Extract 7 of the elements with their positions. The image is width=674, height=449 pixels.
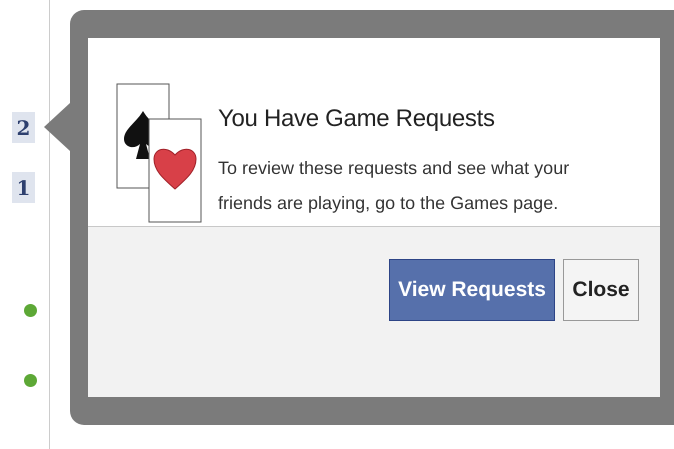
count-badge[interactable]: 1 (12, 172, 35, 203)
dialog-message: To review these requests and see what your friends are playing, go to the Games page. (218, 157, 570, 215)
count-badge[interactable]: 2 (12, 112, 35, 143)
view-requests-button[interactable]: View Requests (389, 259, 555, 321)
dialog-title: You Have Game Requests (218, 105, 496, 133)
playing-cards-icon (116, 83, 202, 223)
close-button[interactable]: Close (563, 259, 639, 321)
